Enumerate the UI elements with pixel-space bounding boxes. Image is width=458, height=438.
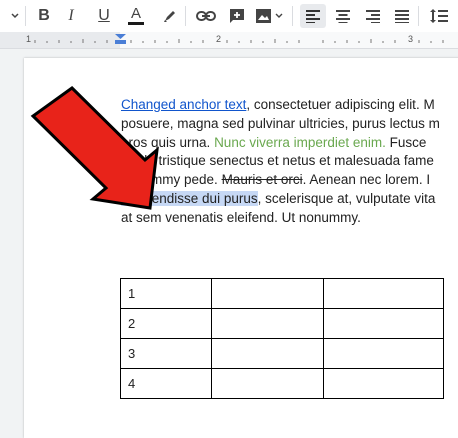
- table-cell[interactable]: [323, 278, 444, 309]
- text-run: at sem venenatis eleifend. Ut nonummy.: [121, 209, 361, 225]
- table-cell[interactable]: [323, 308, 444, 339]
- ruler-ticks: [34, 34, 444, 44]
- align-left-button[interactable]: [300, 4, 326, 28]
- line-spacing-button[interactable]: [426, 4, 452, 28]
- table-cell[interactable]: 3: [120, 338, 212, 369]
- align-left-icon: [306, 10, 320, 23]
- toolbar-divider: [25, 6, 26, 26]
- text-run: , consectetuer adipiscing elit. M: [246, 97, 435, 112]
- document-table[interactable]: 1 2 3 4: [120, 278, 444, 399]
- toolbar-divider: [292, 6, 293, 26]
- bold-label: B: [38, 7, 50, 24]
- highlight-color-button[interactable]: [157, 4, 183, 28]
- text-line: posuere, magna sed pulvinar ultricies, p…: [121, 115, 458, 134]
- italic-button[interactable]: I: [58, 4, 84, 28]
- italic-label: I: [68, 7, 74, 24]
- text-color-button[interactable]: A: [123, 4, 149, 28]
- text-line: Changed anchor text, consectetuer adipis…: [121, 96, 458, 115]
- align-right-icon: [366, 10, 380, 23]
- ruler-number: 1: [26, 34, 32, 44]
- insert-comment-button[interactable]: [224, 4, 250, 28]
- text-line: Suspendisse dui purus, scelerisque at, v…: [121, 190, 458, 209]
- insert-link-button[interactable]: [193, 4, 219, 28]
- table-cell[interactable]: [323, 338, 444, 369]
- chevron-down-icon: [11, 13, 19, 19]
- table-row: 1: [120, 278, 444, 309]
- green-text-run: Nunc viverra imperdiet enim.: [214, 134, 386, 150]
- first-line-indent-handle[interactable]: [115, 34, 126, 39]
- text-line: Morbi tristique senectus et netus et mal…: [121, 152, 458, 171]
- align-right-button[interactable]: [360, 4, 386, 28]
- highlighter-pen-icon: [164, 11, 175, 22]
- formatting-toolbar: B I U A: [0, 0, 458, 33]
- table-cell[interactable]: [211, 368, 324, 399]
- text-run: Fusce: [385, 134, 427, 150]
- text-run: posuere, magna sed pulvinar ultricies, p…: [121, 115, 440, 131]
- image-icon: [256, 9, 283, 23]
- text-run: eros quis urna.: [121, 134, 215, 150]
- bold-button[interactable]: B: [31, 4, 57, 28]
- text-line: eros quis urna. Nunc viverra imperdiet e…: [121, 134, 458, 153]
- selected-text[interactable]: Suspendisse dui purus: [121, 190, 258, 206]
- table-cell[interactable]: 2: [120, 308, 212, 339]
- toolbar-divider: [418, 6, 419, 26]
- underline-button[interactable]: U: [91, 4, 117, 28]
- table-row: 4: [120, 368, 444, 399]
- add-comment-icon: [230, 9, 244, 23]
- left-indent-handle[interactable]: [115, 40, 126, 44]
- ruler-number: 2: [216, 34, 222, 44]
- table-cell[interactable]: 1: [120, 278, 212, 309]
- strikethrough-text-run: Mauris et orci: [221, 172, 303, 188]
- ruler-number: 3: [408, 34, 414, 44]
- link-icon: [196, 11, 216, 21]
- text-color-swatch: [128, 22, 144, 25]
- table-cell[interactable]: [211, 278, 324, 309]
- line-spacing-icon: [430, 9, 448, 23]
- table-cell[interactable]: 4: [120, 368, 212, 399]
- text-line: nonummy pede. Mauris et orci. Aenean nec…: [121, 171, 458, 190]
- text-run: nonummy pede.: [121, 172, 222, 188]
- text-run: . Aenean nec lorem. I: [302, 172, 431, 188]
- table-cell[interactable]: [211, 338, 324, 369]
- text-run: , scelerisque at, vulputate vita: [257, 190, 436, 206]
- horizontal-ruler[interactable]: 1 2 3: [0, 32, 458, 49]
- changed-anchor-link[interactable]: Changed anchor text: [121, 97, 246, 112]
- document-page[interactable]: Changed anchor text, consectetuer adipis…: [24, 58, 458, 438]
- text-run: Morbi tristique senectus et netus et mal…: [121, 153, 434, 169]
- table-cell[interactable]: [323, 368, 444, 399]
- justify-button[interactable]: [389, 4, 415, 28]
- insert-image-button[interactable]: [253, 4, 285, 28]
- align-justify-icon: [395, 10, 409, 23]
- table-row: 2: [120, 308, 444, 339]
- align-center-icon: [336, 10, 350, 23]
- document-body-text[interactable]: Changed anchor text, consectetuer adipis…: [121, 96, 458, 228]
- table-row: 3: [120, 338, 444, 369]
- text-color-label: A: [130, 5, 141, 22]
- table-cell[interactable]: [211, 308, 324, 339]
- text-line: at sem venenatis eleifend. Ut nonummy.: [121, 209, 458, 228]
- underline-label: U: [98, 7, 110, 24]
- align-center-button[interactable]: [330, 4, 356, 28]
- toolbar-divider: [185, 6, 186, 26]
